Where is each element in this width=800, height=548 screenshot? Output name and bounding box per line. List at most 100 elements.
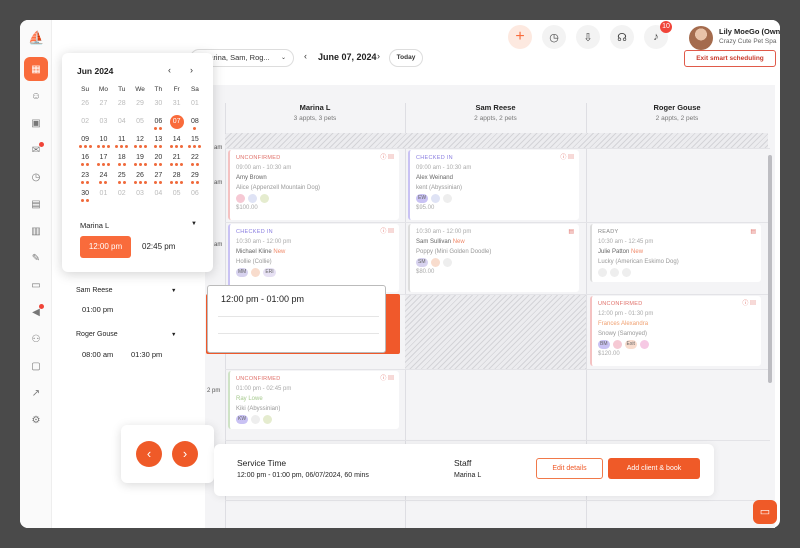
calendar-day[interactable]: 27 bbox=[149, 170, 167, 188]
appointment-price: $95.00 bbox=[416, 205, 435, 211]
sidebar-clock-icon[interactable]: ◷ bbox=[25, 166, 47, 188]
appointment-card[interactable]: READY 10:30 am - 12:45 pm Julie Patton N… bbox=[590, 224, 761, 282]
caret-down-icon[interactable]: ▼ bbox=[171, 288, 176, 294]
calendar-day[interactable]: 11 bbox=[113, 134, 131, 152]
sidebar-store-icon[interactable]: ▢ bbox=[25, 355, 47, 377]
caret-down-icon[interactable]: ▼ bbox=[191, 221, 197, 227]
calendar-day[interactable]: 22 bbox=[186, 152, 204, 170]
calendar-day[interactable]: 09 bbox=[76, 134, 94, 152]
next-day-icon[interactable]: › bbox=[377, 51, 380, 61]
day-number: 26 bbox=[81, 100, 90, 107]
next-month-icon[interactable]: › bbox=[190, 65, 193, 75]
day-number: 29 bbox=[136, 100, 144, 107]
appointment-card[interactable]: UNCONFIRMED 01:00 pm - 02:45 pm Ray Lowe… bbox=[228, 371, 399, 429]
calendar-day[interactable]: 30 bbox=[76, 188, 94, 206]
calendar-day[interactable]: 13 bbox=[149, 134, 167, 152]
day-number: 07 bbox=[169, 115, 184, 129]
appointment-card[interactable]: CHECKED IN 10:30 am - 12:00 pm Michael K… bbox=[228, 224, 399, 292]
appointment-time: 09:00 am - 10:30 am bbox=[236, 165, 292, 171]
add-client-book-button[interactable]: Add client & book bbox=[608, 458, 700, 479]
chevron-down-icon: ⌄ bbox=[280, 55, 286, 61]
calendar-day[interactable]: 19 bbox=[131, 152, 149, 170]
time-label: 2 pm bbox=[207, 388, 221, 394]
sidebar-messages-icon[interactable]: ✉ bbox=[25, 139, 47, 161]
appointment-tag bbox=[612, 340, 622, 349]
appointment-time: 10:30 am - 12:00 pm bbox=[236, 239, 292, 245]
calendar-day[interactable]: 23 bbox=[76, 170, 94, 188]
exit-smart-scheduling-button[interactable]: Exit smart scheduling bbox=[684, 50, 776, 67]
calendar-day[interactable]: 12 bbox=[131, 134, 149, 152]
today-button[interactable]: Today bbox=[389, 49, 423, 67]
time-slot[interactable]: 02:45 pm bbox=[142, 236, 175, 258]
calendar-day[interactable]: 16 bbox=[76, 152, 94, 170]
appointment-pet: Lucky (American Eskimo Dog) bbox=[598, 259, 679, 265]
caret-down-icon[interactable]: ▼ bbox=[171, 332, 176, 338]
day-number: 01 bbox=[99, 190, 108, 197]
calendar-day[interactable]: 21 bbox=[167, 152, 185, 170]
sidebar-schedule-icon[interactable]: ▤ bbox=[25, 193, 47, 215]
sidebar-card-icon[interactable]: ▭ bbox=[25, 274, 47, 296]
selected-slot-card[interactable]: 12:00 pm - 01:00 pm bbox=[207, 285, 386, 353]
available-slot[interactable]: 01:30 pm bbox=[131, 350, 162, 359]
calendar-day[interactable]: 20 bbox=[149, 152, 167, 170]
chat-icon[interactable]: ▭ bbox=[753, 500, 777, 524]
appointment-card[interactable]: UNCONFIRMED 12:00 pm - 01:30 pm Frances … bbox=[590, 296, 761, 366]
edit-details-button[interactable]: Edit details bbox=[536, 458, 603, 479]
calendar-day: 28 bbox=[113, 98, 131, 116]
calendar-day: 03 bbox=[131, 188, 149, 206]
next-slot-button[interactable]: › bbox=[172, 441, 198, 467]
time-slot-selected[interactable]: 12:00 pm bbox=[80, 236, 131, 258]
bell-icon[interactable]: ♪ 10 bbox=[644, 21, 672, 49]
weekday-header: Mo bbox=[98, 86, 108, 93]
appointment-tag bbox=[443, 194, 453, 203]
calendar-day[interactable]: 29 bbox=[186, 170, 204, 188]
sidebar-settings-icon[interactable]: ⚙ bbox=[25, 409, 47, 431]
calendar-day[interactable]: 24 bbox=[94, 170, 112, 188]
sidebar-megaphone-icon[interactable]: ◀ bbox=[25, 301, 47, 323]
calendar-day[interactable]: 18 bbox=[113, 152, 131, 170]
prev-slot-button[interactable]: ‹ bbox=[136, 441, 162, 467]
sidebar-bag-icon[interactable]: ▣ bbox=[25, 112, 47, 134]
appointment-card[interactable]: 10:30 am - 12:00 pm Sam Sullivan New Pop… bbox=[408, 224, 579, 292]
calendar-day: 05 bbox=[131, 116, 149, 134]
scrollbar[interactable] bbox=[768, 155, 772, 383]
day-number: 25 bbox=[117, 172, 126, 179]
appointment-card[interactable]: UNCONFIRMED 09:00 am - 10:30 am Amy Brow… bbox=[228, 150, 399, 220]
appointment-status: UNCONFIRMED bbox=[598, 301, 643, 307]
unavailable-block bbox=[405, 294, 586, 369]
calendar-day[interactable]: 26 bbox=[131, 170, 149, 188]
day-number: 03 bbox=[136, 190, 144, 197]
sidebar-clipboard-icon[interactable]: ▥ bbox=[25, 220, 47, 242]
calendar-day-selected[interactable]: 07 bbox=[167, 115, 185, 134]
add-icon[interactable]: + bbox=[508, 25, 532, 49]
sidebar-calendar-icon[interactable]: ▦ bbox=[24, 57, 48, 81]
prev-month-icon[interactable]: ‹ bbox=[168, 65, 171, 75]
clock-icon[interactable]: ◷ bbox=[542, 25, 566, 49]
calendar-day[interactable]: 08 bbox=[186, 116, 204, 134]
avatar[interactable] bbox=[689, 26, 713, 50]
calendar-day[interactable]: 10 bbox=[94, 134, 112, 152]
calendar-day[interactable]: 25 bbox=[113, 170, 131, 188]
alert-icon: ⓘ ▤ bbox=[380, 155, 394, 161]
sidebar-edit-icon[interactable]: ✎ bbox=[25, 247, 47, 269]
calendar-day[interactable]: 06 bbox=[149, 116, 167, 134]
available-slot[interactable]: 01:00 pm bbox=[82, 305, 113, 314]
sidebar-network-icon[interactable]: ⚇ bbox=[25, 328, 47, 350]
appointment-card[interactable]: CHECKED IN 09:00 am - 10:30 am Alex Wein… bbox=[408, 150, 579, 220]
calendar-day[interactable]: 15 bbox=[186, 134, 204, 152]
appointment-status: UNCONFIRMED bbox=[236, 155, 281, 161]
calendar-day[interactable]: 28 bbox=[167, 170, 185, 188]
calendar-days: Su Mo Tu We Th Fr Sa 26 27 28 29 30 31 01 02 03 04 05 06 07… bbox=[76, 86, 204, 206]
sidebar-clients-icon[interactable]: ☺ bbox=[25, 85, 47, 107]
available-slot[interactable]: 08:00 am bbox=[82, 350, 113, 359]
weekday-header: Sa bbox=[190, 86, 199, 93]
calendar-day[interactable]: 17 bbox=[94, 152, 112, 170]
download-icon[interactable]: ⇩ bbox=[576, 25, 600, 49]
user-name[interactable]: Lily MoeGo (Owner) bbox=[719, 27, 780, 36]
headset-icon[interactable]: ☊ bbox=[610, 25, 634, 49]
sidebar-chart-icon[interactable]: ↗ bbox=[25, 382, 47, 404]
staff-select-value[interactable]: Marina L bbox=[80, 221, 109, 230]
calendar-day[interactable]: 14 bbox=[167, 134, 185, 152]
hour-line bbox=[225, 148, 770, 149]
prev-day-icon[interactable]: ‹ bbox=[304, 51, 307, 61]
